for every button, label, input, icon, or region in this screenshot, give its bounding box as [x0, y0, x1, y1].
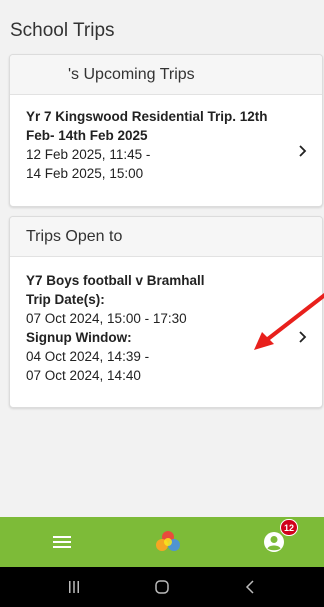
chevron-right-icon[interactable]	[294, 329, 310, 345]
user-icon	[264, 532, 284, 552]
back-chevron-icon	[245, 580, 254, 594]
upcoming-trips-header: 's Upcoming Trips	[10, 55, 322, 95]
menu-button[interactable]	[48, 528, 76, 556]
recent-apps-button[interactable]	[59, 575, 89, 599]
bottom-nav-bar: 12	[0, 517, 324, 567]
profile-button[interactable]: 12	[260, 519, 298, 556]
back-system-button[interactable]	[235, 575, 265, 599]
open-trips-card: Trips Open to Y7 Boys football v Bramhal…	[9, 216, 323, 408]
hamburger-icon	[53, 536, 71, 548]
app-logo-icon	[156, 531, 180, 551]
open-trip-title: Y7 Boys football v Bramhall	[26, 273, 205, 288]
recent-apps-icon	[69, 581, 79, 593]
upcoming-trips-card: 's Upcoming Trips Yr 7 Kingswood Residen…	[9, 54, 323, 207]
chevron-right-icon[interactable]	[294, 143, 310, 159]
upcoming-trip-title: Yr 7 Kingswood Residential Trip. 12th Fe…	[26, 109, 268, 143]
trip-dates-label: Trip Date(s):	[26, 292, 105, 307]
upcoming-trip-end: 14 Feb 2025, 15:00	[26, 166, 144, 181]
page-title: School Trips	[10, 20, 115, 41]
home-system-button[interactable]	[147, 575, 177, 599]
signup-window-label: Signup Window:	[26, 330, 132, 345]
open-trip-item[interactable]: Y7 Boys football v Bramhall Trip Date(s)…	[10, 257, 322, 385]
notification-badge: 12	[279, 519, 298, 536]
open-trips-header: Trips Open to	[10, 217, 322, 257]
trip-dates-value: 07 Oct 2024, 15:00 - 17:30	[26, 311, 187, 326]
home-circle-icon	[155, 580, 169, 594]
home-button[interactable]	[154, 528, 182, 556]
upcoming-trip-start: 12 Feb 2025, 11:45 -	[26, 147, 151, 162]
signup-window-end: 07 Oct 2024, 14:40	[26, 368, 141, 383]
upcoming-trip-item[interactable]: Yr 7 Kingswood Residential Trip. 12th Fe…	[10, 95, 322, 183]
system-nav-bar	[0, 567, 324, 607]
signup-window-start: 04 Oct 2024, 14:39 -	[26, 349, 150, 364]
